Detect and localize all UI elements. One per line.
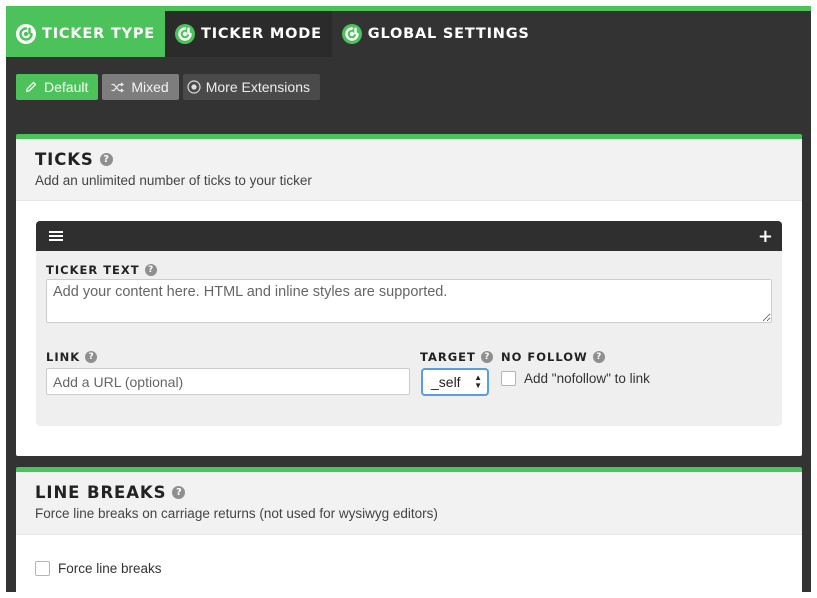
tick-item: + TICKER TEXT ? LINK ? TARGET ? _self ▲▼	[36, 221, 782, 426]
settings-frame: TICKER TYPE TICKER MODE GLOBAL SETTINGS	[6, 6, 811, 594]
no-follow-option: Add "nofollow" to link	[501, 371, 650, 386]
ticks-panel-header: TICKS ? Add an unlimited number of ticks…	[16, 139, 802, 201]
type-button-bar: Default Mixed More Extensions	[16, 74, 320, 100]
drag-handle-icon[interactable]	[49, 231, 63, 241]
ticks-panel: TICKS ? Add an unlimited number of ticks…	[16, 134, 802, 456]
line-breaks-panel: LINE BREAKS ? Force line breaks on carri…	[16, 467, 802, 594]
no-follow-label: NO FOLLOW ?	[501, 350, 605, 364]
add-tick-icon[interactable]: +	[758, 226, 773, 247]
pencil-icon	[25, 81, 37, 93]
force-line-breaks-option: Force line breaks	[35, 561, 162, 576]
tab-ticker-type[interactable]: TICKER TYPE	[6, 11, 166, 57]
line-breaks-title: LINE BREAKS ?	[35, 483, 783, 502]
line-breaks-panel-header: LINE BREAKS ? Force line breaks on carri…	[16, 472, 802, 535]
help-icon[interactable]: ?	[144, 264, 157, 276]
tab-label: TICKER TYPE	[42, 26, 156, 42]
ditty-logo-icon	[175, 24, 196, 44]
target-select-value: _self	[431, 374, 461, 390]
default-type-button[interactable]: Default	[16, 74, 99, 100]
button-label: Mixed	[131, 79, 169, 95]
tab-ticker-mode[interactable]: TICKER MODE	[165, 11, 332, 57]
no-follow-checkbox-label: Add "nofollow" to link	[524, 371, 650, 386]
ticker-text-label: TICKER TEXT ?	[46, 263, 157, 277]
target-label-text: TARGET	[420, 350, 476, 364]
help-icon[interactable]: ?	[480, 351, 493, 363]
target-label: TARGET ?	[420, 350, 493, 364]
link-label: LINK ?	[46, 350, 98, 364]
help-icon[interactable]: ?	[592, 351, 605, 363]
top-tabs: TICKER TYPE TICKER MODE GLOBAL SETTINGS	[6, 11, 540, 57]
select-arrows-icon: ▲ ▼	[474, 373, 482, 390]
button-label: Default	[44, 79, 89, 95]
ditty-logo-icon	[16, 24, 36, 44]
plus-circle-icon	[187, 80, 201, 94]
force-line-breaks-checkbox[interactable]	[35, 561, 50, 576]
ticks-description: Add an unlimited number of ticks to your…	[35, 173, 312, 188]
no-follow-checkbox[interactable]	[501, 371, 516, 386]
tab-global-settings[interactable]: GLOBAL SETTINGS	[332, 11, 540, 57]
help-icon[interactable]: ?	[172, 486, 186, 499]
line-breaks-description: Force line breaks on carriage returns (n…	[35, 506, 438, 521]
tab-label: GLOBAL SETTINGS	[367, 26, 530, 42]
more-extensions-button[interactable]: More Extensions	[182, 74, 320, 100]
help-icon[interactable]: ?	[99, 153, 113, 166]
force-line-breaks-label: Force line breaks	[58, 561, 162, 576]
help-icon[interactable]: ?	[85, 351, 98, 363]
ticks-title: TICKS ?	[35, 150, 783, 169]
ticker-text-label-text: TICKER TEXT	[46, 263, 140, 277]
ticks-title-text: TICKS	[35, 150, 94, 169]
line-breaks-title-text: LINE BREAKS	[35, 483, 167, 502]
button-label: More Extensions	[205, 79, 310, 95]
shuffle-icon	[111, 82, 125, 92]
no-follow-label-text: NO FOLLOW	[501, 350, 588, 364]
ditty-logo-icon	[341, 24, 362, 44]
tick-toolbar: +	[36, 221, 782, 251]
ticker-text-input[interactable]	[46, 279, 772, 323]
tab-label: TICKER MODE	[201, 26, 322, 42]
link-label-text: LINK	[46, 350, 81, 364]
link-input[interactable]	[46, 368, 410, 395]
target-select[interactable]: _self ▲ ▼	[421, 368, 489, 396]
mixed-type-button[interactable]: Mixed	[102, 74, 179, 100]
